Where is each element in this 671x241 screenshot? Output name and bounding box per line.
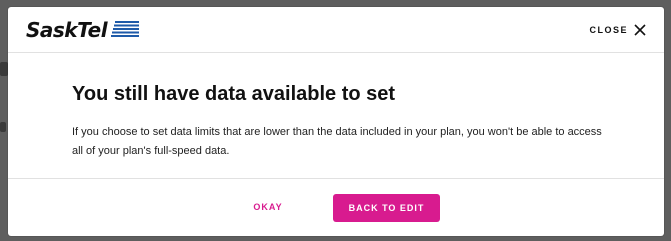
dialog-message: If you choose to set data limits that ar… [72, 126, 602, 157]
logo-stripes-icon [111, 21, 140, 37]
dialog-header: SaskTel CLOSE [8, 7, 664, 53]
dialog-title: You still have data available to set [72, 83, 396, 105]
logo-wordmark: SaskTel [26, 18, 108, 42]
back-to-edit-button[interactable]: BACK TO EDIT [333, 194, 440, 222]
dialog-footer: OKAY BACK TO EDIT [8, 178, 664, 237]
background-page-fragment [0, 122, 6, 132]
okay-button[interactable]: OKAY [238, 193, 298, 221]
close-icon [634, 24, 646, 36]
background-page-fragment [0, 62, 8, 76]
data-limit-dialog: SaskTel CLOSE You still have data availa… [8, 7, 664, 236]
sasktel-logo: SaskTel [26, 18, 140, 42]
close-label: CLOSE [589, 25, 628, 35]
close-button[interactable]: CLOSE [589, 22, 646, 38]
